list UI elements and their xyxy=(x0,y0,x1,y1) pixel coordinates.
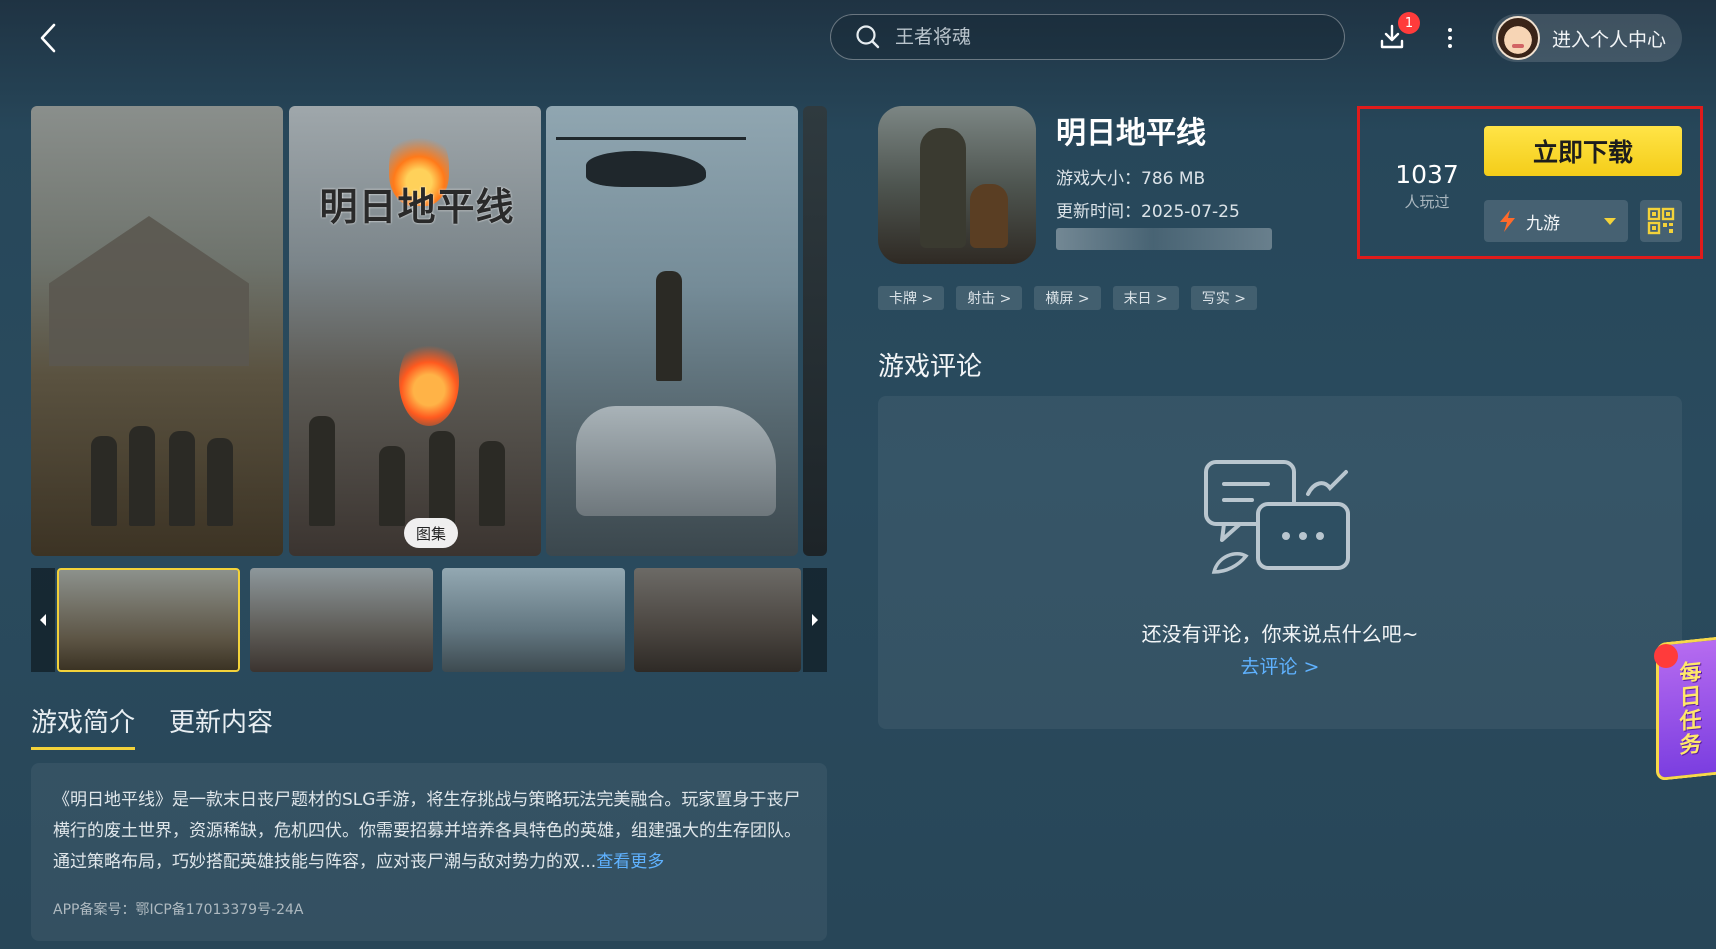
gallery-screenshot[interactable] xyxy=(546,106,798,556)
search-icon xyxy=(856,25,880,49)
gallery-screenshot-partial[interactable] xyxy=(803,106,827,556)
update-time: 更新时间：2025-07-25 xyxy=(1056,202,1240,222)
thumbnail[interactable] xyxy=(634,568,801,672)
daily-task-label: 每日任务 xyxy=(1675,659,1701,759)
gallery-screenshot[interactable]: 明日地平线 xyxy=(289,106,541,556)
empty-comments-icon xyxy=(1204,460,1350,574)
soldier-illustration xyxy=(920,128,966,248)
description-body: 《明日地平线》是一款末日丧尸题材的SLG手游，将生存挑战与策略玩法完美融合。玩家… xyxy=(53,790,801,872)
tag-shooter[interactable]: 射击 > xyxy=(956,286,1023,310)
thumbnail-strip xyxy=(31,568,827,672)
download-count-badge: 1 xyxy=(1398,12,1420,34)
thumbnail[interactable] xyxy=(57,568,240,672)
tag-landscape[interactable]: 横屏 > xyxy=(1034,286,1101,310)
more-options-button[interactable] xyxy=(1437,20,1463,56)
icp-record: APP备案号：鄂ICP备17013379号-24A xyxy=(53,902,304,918)
soldiers-illustration xyxy=(309,406,529,526)
description-text: 《明日地平线》是一款末日丧尸题材的SLG手游，将生存挑战与策略玩法完美融合。玩家… xyxy=(53,785,805,878)
tag-list: 卡牌 > 射击 > 横屏 > 末日 > 写实 > xyxy=(878,286,1257,310)
man-illustration xyxy=(656,261,696,381)
chevron-left-icon xyxy=(40,23,56,53)
caret-right-icon xyxy=(812,614,818,626)
tag-apocalypse[interactable]: 末日 > xyxy=(1112,286,1179,310)
gallery-screenshot[interactable] xyxy=(31,106,283,556)
search-bar[interactable] xyxy=(830,14,1345,60)
user-center-label: 进入个人中心 xyxy=(1552,28,1667,51)
play-count-label: 人玩过 xyxy=(1404,193,1450,211)
qr-code-icon xyxy=(1647,207,1675,235)
tag-realistic[interactable]: 写实 > xyxy=(1190,286,1257,310)
app-icon xyxy=(878,106,1036,264)
avatar xyxy=(1496,16,1540,60)
house-illustration xyxy=(49,216,249,366)
app-title: 明日地平线 xyxy=(1056,116,1206,151)
thumb-prev-button[interactable] xyxy=(31,568,55,672)
game-size: 游戏大小：786 MB xyxy=(1056,169,1206,189)
see-more-link[interactable]: 查看更多 xyxy=(596,852,664,872)
empty-comments-text: 还没有评论，你来说点什么吧~ xyxy=(1141,622,1419,646)
more-dot xyxy=(1448,36,1452,40)
tab-intro[interactable]: 游戏简介 xyxy=(31,702,136,750)
back-button[interactable] xyxy=(30,18,66,58)
dropdown-caret-icon xyxy=(1604,217,1616,225)
poster-logo: 明日地平线 xyxy=(319,185,515,229)
screenshot-gallery[interactable]: 明日地平线 xyxy=(31,106,827,556)
download-button[interactable]: 立即下载 xyxy=(1484,126,1682,176)
blurred-info xyxy=(1056,228,1272,250)
thumbnail[interactable] xyxy=(442,568,625,672)
jiuyou-logo-icon xyxy=(1500,210,1515,232)
thumbnail[interactable] xyxy=(250,568,433,672)
play-count: 1037 人玩过 xyxy=(1372,160,1482,212)
top-bar: 1 进入个人中心 xyxy=(0,0,1716,80)
helicopter-illustration xyxy=(556,137,746,187)
more-dot xyxy=(1448,44,1452,48)
gallery-tag[interactable]: 图集 xyxy=(404,518,458,548)
description-card: 《明日地平线》是一款末日丧尸题材的SLG手游，将生存挑战与策略玩法完美融合。玩家… xyxy=(31,763,827,941)
channel-name: 九游 xyxy=(1526,213,1560,234)
more-dot xyxy=(1448,28,1452,32)
tag-card[interactable]: 卡牌 > xyxy=(878,286,945,310)
comments-section-title: 游戏评论 xyxy=(878,352,983,382)
car-illustration xyxy=(576,406,776,516)
qr-code-button[interactable] xyxy=(1640,200,1682,242)
caret-left-icon xyxy=(40,614,46,626)
dog-illustration xyxy=(970,184,1008,248)
tab-updates[interactable]: 更新内容 xyxy=(169,702,273,750)
survivors-illustration xyxy=(91,406,241,526)
detail-tabs: 游戏简介 更新内容 xyxy=(31,702,273,750)
user-center-button[interactable]: 进入个人中心 xyxy=(1492,14,1682,62)
search-input[interactable] xyxy=(895,26,1295,48)
write-comment-link[interactable]: 去评论 > xyxy=(878,652,1682,679)
daily-task-red-dot xyxy=(1654,644,1678,668)
comments-card: 还没有评论，你来说点什么吧~ 去评论 > xyxy=(878,396,1682,729)
play-count-number: 1037 xyxy=(1395,160,1459,189)
thumb-next-button[interactable] xyxy=(803,568,827,672)
channel-selector[interactable]: 九游 xyxy=(1484,200,1628,242)
